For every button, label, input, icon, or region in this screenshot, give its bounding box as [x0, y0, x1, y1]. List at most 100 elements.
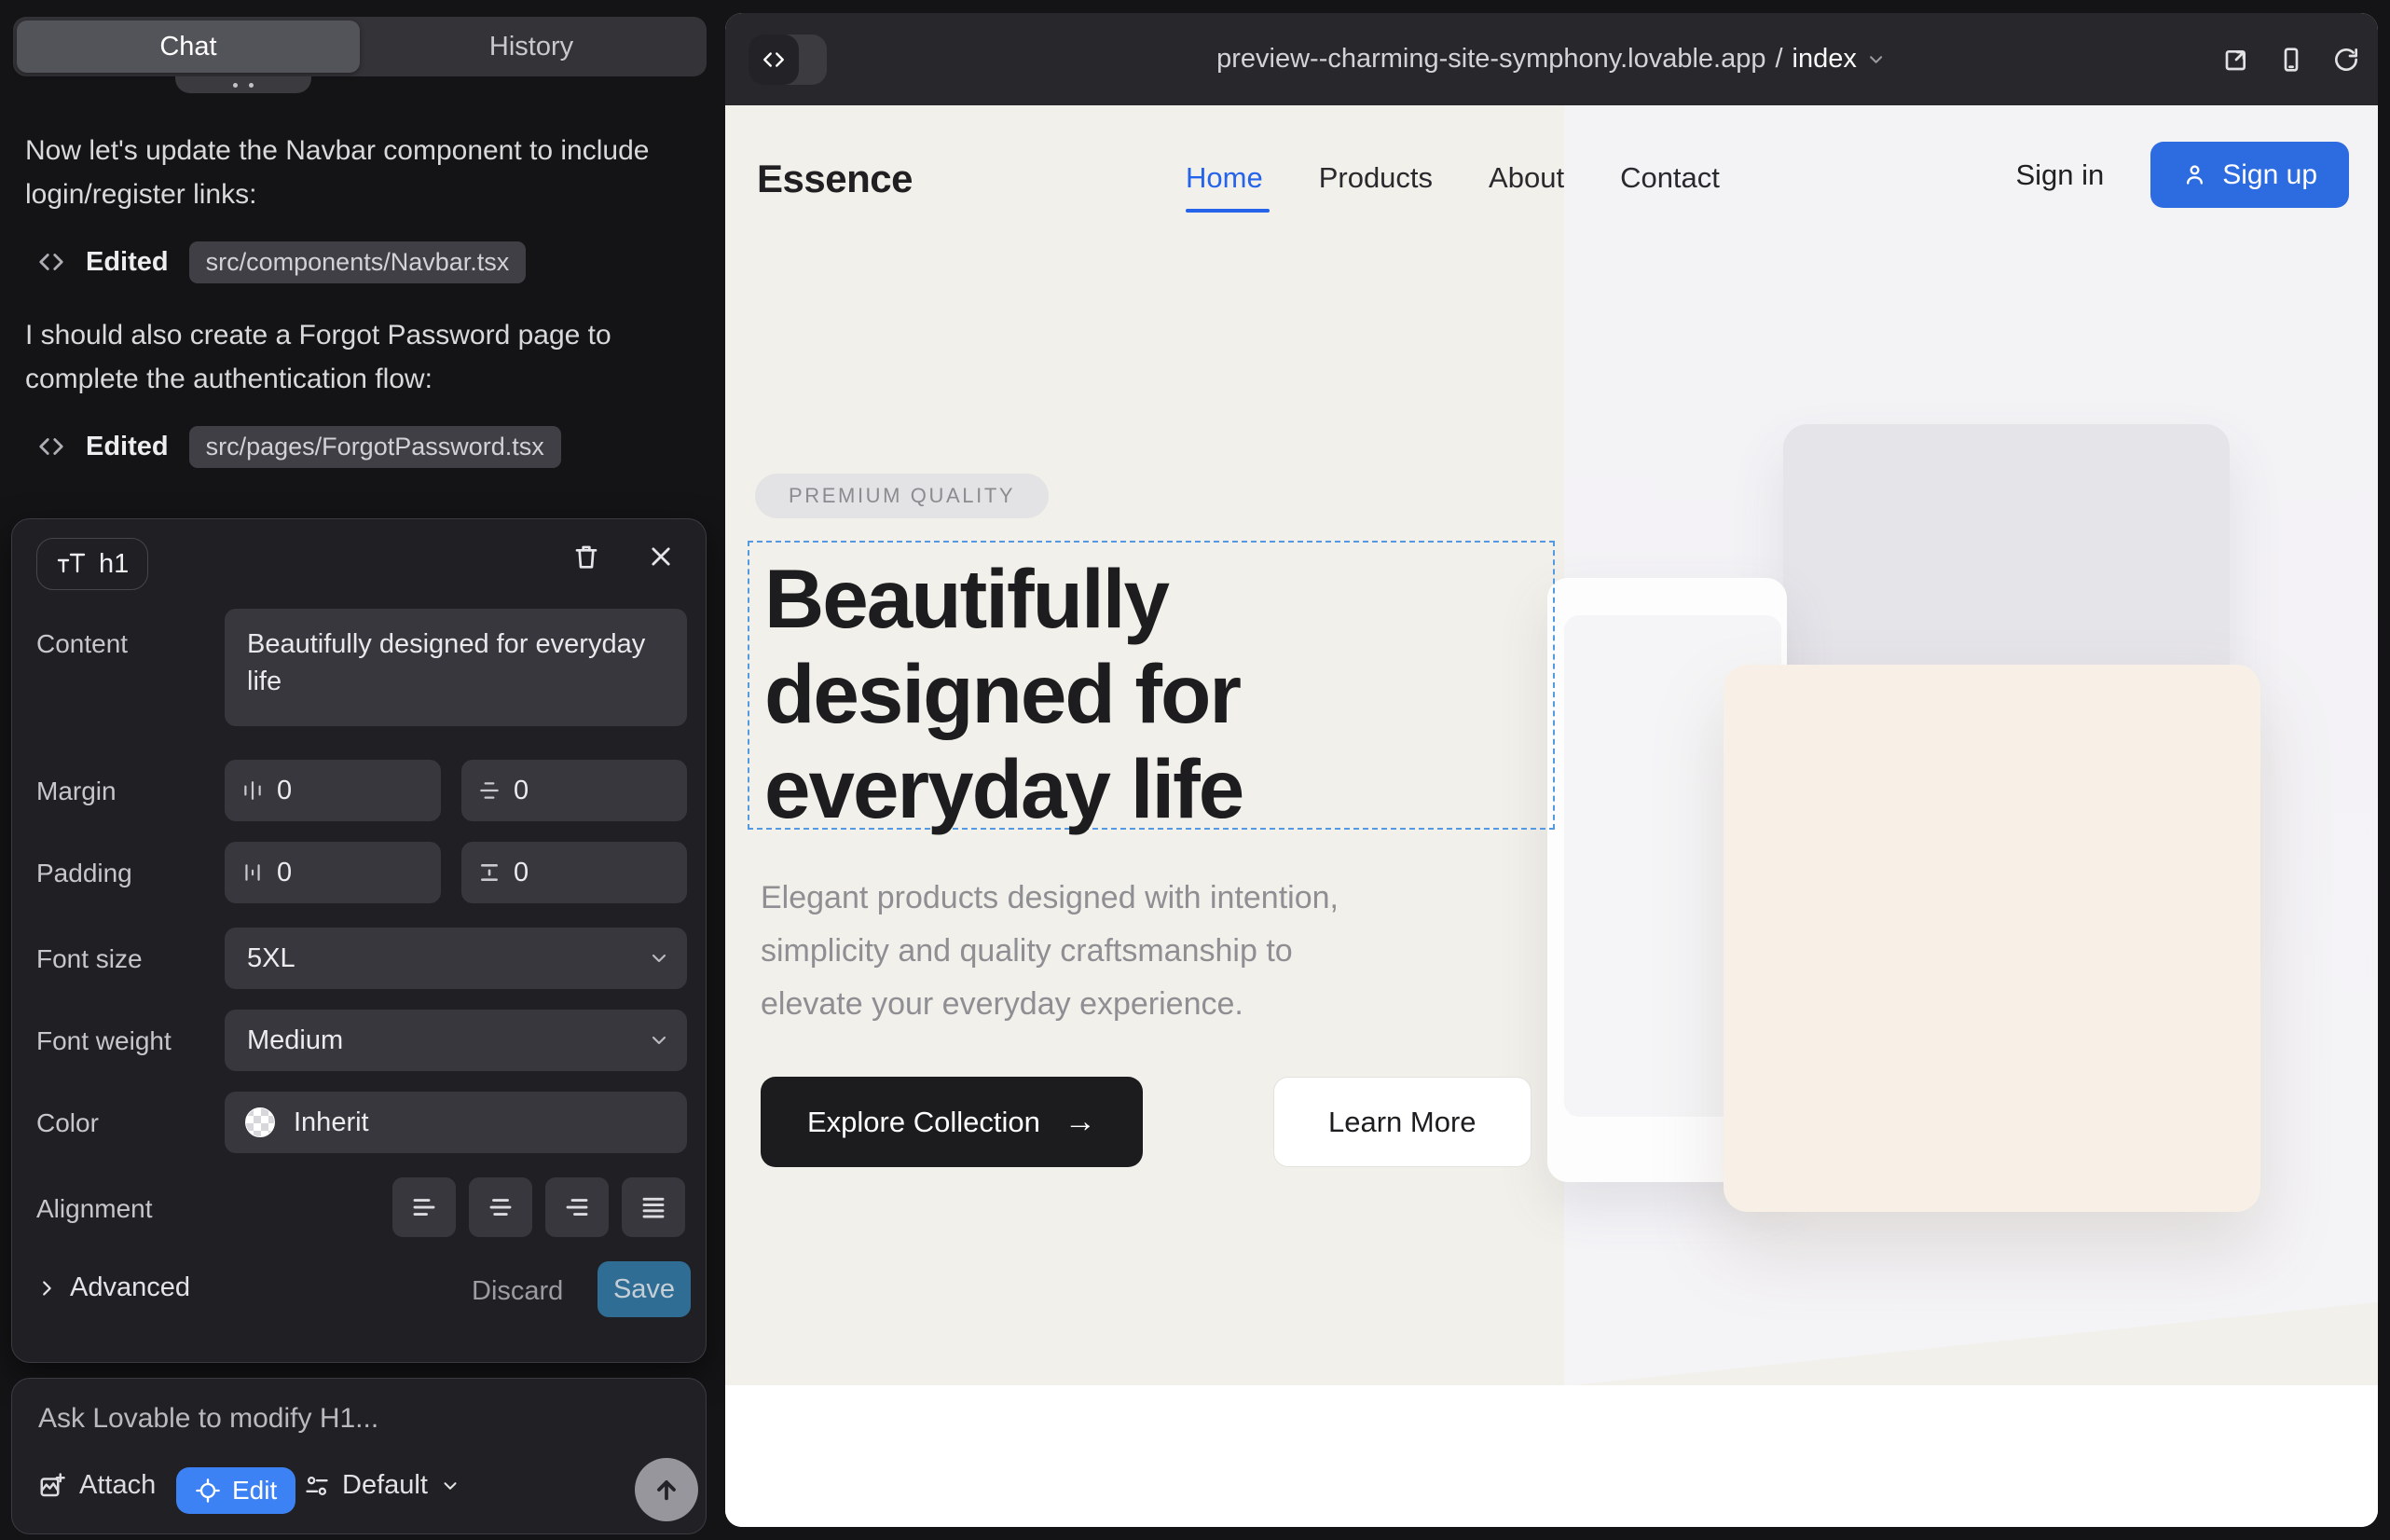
url-bar[interactable]: preview--charming-site-symphony.lovable.…	[1216, 13, 1887, 105]
tab-history[interactable]: History	[360, 17, 703, 76]
site-brand[interactable]: Essence	[757, 157, 913, 201]
chevron-down-icon	[648, 1029, 670, 1052]
save-button[interactable]: Save	[598, 1261, 691, 1317]
type-icon	[56, 550, 88, 578]
trash-icon[interactable]	[571, 542, 601, 571]
nav-link-contact[interactable]: Contact	[1620, 161, 1720, 195]
font-weight-select[interactable]: Medium	[225, 1010, 687, 1071]
edit-label: Edit	[232, 1476, 277, 1506]
padding-x-value: 0	[277, 858, 292, 888]
edited-label: Edited	[86, 432, 169, 462]
font-size-label: Font size	[36, 944, 143, 974]
alignment-label: Alignment	[36, 1194, 153, 1224]
edit-mode-button[interactable]: Edit	[176, 1467, 295, 1514]
margin-horizontal-icon	[241, 779, 264, 802]
composer-input[interactable]: Ask Lovable to modify H1...	[38, 1403, 378, 1435]
color-label: Color	[36, 1108, 99, 1138]
font-weight-value: Medium	[247, 1025, 343, 1056]
edited-file-row: Edited src/components/Navbar.tsx	[37, 241, 526, 283]
chat-composer: Ask Lovable to modify H1... Attach Edit …	[11, 1378, 707, 1534]
file-chip[interactable]: src/components/Navbar.tsx	[189, 241, 527, 283]
site-nav: Home Products About Contact	[1186, 161, 1720, 195]
margin-y-input[interactable]: 0	[461, 760, 687, 821]
margin-label: Margin	[36, 777, 117, 806]
scrolled-chip-partial[interactable]	[175, 76, 311, 93]
advanced-toggle[interactable]: Advanced	[36, 1272, 190, 1303]
align-left-button[interactable]	[392, 1177, 456, 1237]
learn-more-button[interactable]: Learn More	[1273, 1077, 1532, 1167]
padding-label: Padding	[36, 859, 132, 888]
element-editor-panel: h1 Content Beautifully designed for ever…	[11, 518, 707, 1363]
chat-history-tabbar: Chat History	[13, 17, 707, 76]
refresh-icon[interactable]	[2331, 45, 2361, 75]
content-label: Content	[36, 629, 128, 659]
close-icon[interactable]	[648, 543, 674, 570]
cta-primary-label: Explore Collection	[807, 1106, 1040, 1139]
nav-link-products[interactable]: Products	[1319, 161, 1433, 195]
chevron-down-icon	[648, 947, 670, 969]
mobile-icon[interactable]	[2276, 45, 2306, 75]
file-chip[interactable]: src/pages/ForgotPassword.tsx	[189, 426, 561, 468]
edited-label: Edited	[86, 247, 169, 278]
send-button[interactable]	[635, 1458, 698, 1521]
auth-actions: Sign in Sign up	[2015, 142, 2349, 208]
padding-y-value: 0	[514, 858, 529, 888]
hero-subtext: Elegant products designed with intention…	[761, 872, 1339, 1031]
explore-collection-button[interactable]: Explore Collection →	[761, 1077, 1143, 1167]
chevron-down-icon	[1866, 49, 1887, 70]
font-size-value: 5XL	[247, 943, 295, 974]
nav-link-home[interactable]: Home	[1186, 161, 1263, 195]
mode-label: Default	[342, 1470, 428, 1501]
preview-path: index	[1792, 44, 1857, 75]
toolbar-actions	[2221, 13, 2361, 105]
tag-label: h1	[99, 549, 129, 580]
color-value: Inherit	[294, 1107, 369, 1138]
discard-button[interactable]: Discard	[472, 1276, 563, 1307]
selected-element-tag[interactable]: h1	[36, 538, 148, 590]
code-icon	[37, 248, 65, 276]
margin-vertical-icon	[478, 779, 501, 802]
padding-x-input[interactable]: 0	[225, 842, 441, 903]
mode-select[interactable]: Default	[304, 1470, 460, 1501]
font-size-select[interactable]: 5XL	[225, 928, 687, 989]
color-swatch	[245, 1107, 275, 1137]
sign-up-button[interactable]: Sign up	[2150, 142, 2349, 208]
chevron-right-icon	[36, 1278, 57, 1299]
attach-button[interactable]: Attach	[38, 1470, 156, 1501]
external-link-icon[interactable]	[2221, 45, 2251, 75]
advanced-label: Advanced	[70, 1272, 190, 1303]
align-right-button[interactable]	[545, 1177, 609, 1237]
chat-message: Now let's update the Navbar component to…	[25, 129, 659, 216]
edited-file-row: Edited src/pages/ForgotPassword.tsx	[37, 425, 561, 468]
arrow-up-icon	[652, 1475, 681, 1505]
align-center-button[interactable]	[469, 1177, 532, 1237]
margin-x-input[interactable]: 0	[225, 760, 441, 821]
color-select[interactable]: Inherit	[225, 1092, 687, 1153]
sign-in-link[interactable]: Sign in	[2015, 158, 2104, 192]
attach-label: Attach	[79, 1470, 156, 1501]
font-weight-label: Font weight	[36, 1026, 172, 1056]
align-justify-button[interactable]	[622, 1177, 685, 1237]
chat-message: I should also create a Forgot Password p…	[25, 313, 659, 401]
code-preview-toggle[interactable]	[749, 34, 827, 85]
preview-toolbar: preview--charming-site-symphony.lovable.…	[725, 13, 2378, 105]
tab-chat[interactable]: Chat	[17, 21, 360, 73]
code-icon[interactable]	[749, 34, 799, 85]
active-nav-underline	[1186, 209, 1270, 213]
hero-heading[interactable]: Beautifully designed for everyday life	[764, 551, 1243, 836]
padding-vertical-icon	[478, 861, 501, 884]
nav-link-about[interactable]: About	[1489, 161, 1564, 195]
person-icon	[2182, 162, 2207, 187]
sliders-icon	[304, 1473, 330, 1499]
hero-badge: PREMIUM QUALITY	[755, 474, 1049, 518]
url-separator: /	[1775, 44, 1782, 75]
preview-url: preview--charming-site-symphony.lovable.…	[1216, 44, 1765, 75]
site-canvas: Essence Home Products About Contact Sign…	[725, 105, 2378, 1527]
padding-y-input[interactable]: 0	[461, 842, 687, 903]
arrow-right-icon: →	[1065, 1104, 1096, 1140]
app-window: Chat History Now let's update the Navbar…	[0, 0, 2390, 1540]
code-icon	[37, 433, 65, 461]
image-plus-icon	[38, 1472, 66, 1500]
content-input[interactable]: Beautifully designed for everyday life	[225, 609, 687, 726]
margin-x-value: 0	[277, 776, 292, 806]
